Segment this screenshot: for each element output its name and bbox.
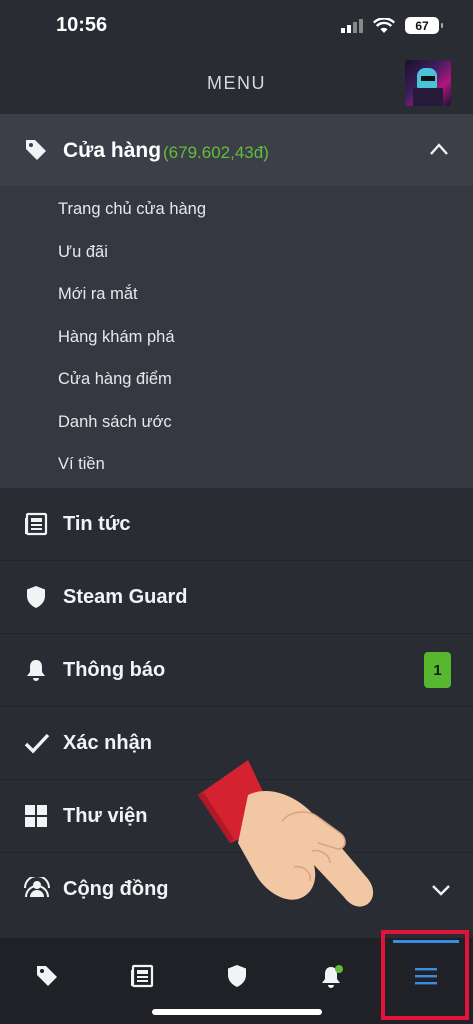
submenu-item-discovery-queue[interactable]: Hàng khám phá: [58, 328, 175, 347]
store-label: Cửa hàng: [63, 139, 162, 162]
signal-icon: [341, 18, 363, 33]
submenu-item-store-home[interactable]: Trang chủ cửa hàng: [58, 200, 206, 219]
menu-item-label: Tin tức: [63, 513, 131, 535]
page-title: MENU: [207, 73, 266, 93]
store-submenu: Trang chủ cửa hàng Ưu đãi Mới ra mắt Hàn…: [0, 186, 473, 488]
wallet-balance: (679.602,43đ): [163, 143, 269, 162]
menu-item-label: Thông báo: [63, 659, 166, 681]
store-tag-icon: [26, 140, 46, 160]
notification-count-badge: 1: [424, 652, 451, 688]
bell-icon: [27, 660, 45, 681]
header: MENU: [0, 56, 473, 113]
tab-store-icon[interactable]: [35, 964, 59, 988]
shield-icon: [27, 586, 45, 608]
pointing-hand-icon: [198, 760, 374, 907]
tab-news-icon[interactable]: [130, 964, 154, 988]
news-icon: [25, 512, 48, 536]
status-bar: 10:56 67: [0, 0, 473, 56]
battery-level: 67: [415, 18, 429, 33]
home-indicator: [152, 1009, 322, 1015]
chevron-down-icon[interactable]: [431, 883, 451, 897]
avatar[interactable]: [405, 60, 451, 106]
tab-shield-icon[interactable]: [225, 964, 249, 988]
chevron-up-icon[interactable]: [429, 142, 449, 156]
menu-item-news[interactable]: Tin tức: [0, 488, 473, 561]
submenu-item-new-releases[interactable]: Mới ra mắt: [58, 285, 138, 304]
avatar-eye: [421, 76, 435, 81]
menu-item-notifications[interactable]: Thông báo 1: [0, 634, 473, 707]
menu-item-label: Thư viện: [63, 805, 148, 827]
menu-item-store[interactable]: Cửa hàng (679.602,43đ): [0, 114, 473, 186]
status-icons: 67: [341, 17, 443, 34]
submenu-item-deals[interactable]: Ưu đãi: [58, 243, 108, 262]
checkmark-icon: [24, 733, 50, 754]
status-time: 10:56: [56, 14, 108, 36]
submenu-item-wishlist[interactable]: Danh sách ước: [58, 413, 172, 432]
menu-item-label: Steam Guard: [63, 586, 188, 608]
highlight-box: [381, 930, 469, 1020]
wifi-icon: [373, 17, 395, 33]
submenu-item-wallet[interactable]: Ví tiền: [58, 455, 105, 474]
grid-icon: [25, 805, 47, 827]
avatar-body: [413, 88, 443, 106]
submenu-item-points-shop[interactable]: Cửa hàng điểm: [58, 370, 172, 389]
menu-item-steam-guard[interactable]: Steam Guard: [0, 561, 473, 634]
tab-bell-icon[interactable]: [319, 964, 345, 990]
menu-item-label: Cộng đồng: [63, 878, 169, 900]
community-icon: [24, 877, 50, 898]
menu-item-label: Xác nhận: [63, 732, 152, 754]
battery-indicator: 67: [405, 17, 443, 34]
